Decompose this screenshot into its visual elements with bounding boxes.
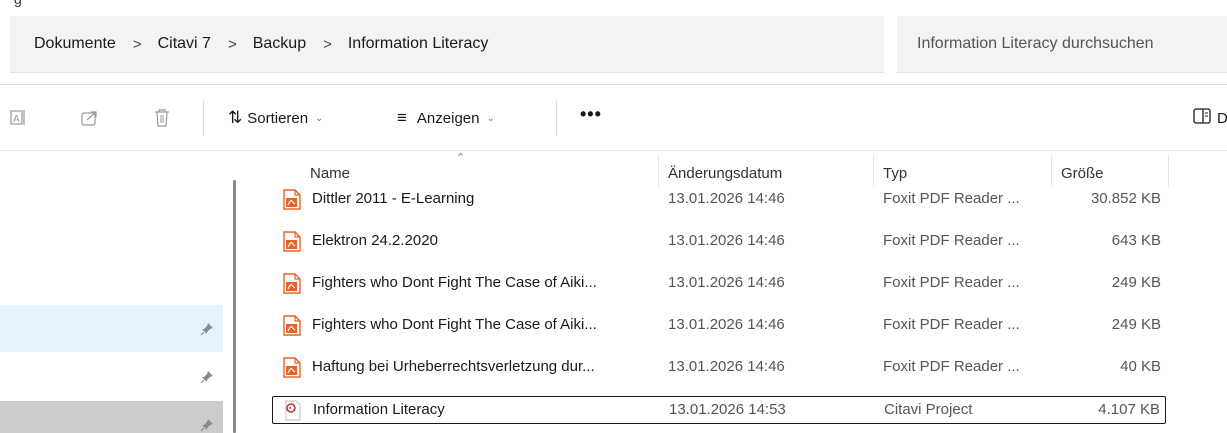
chevron-down-icon: ⌄ — [486, 112, 495, 124]
pdf-icon — [282, 189, 302, 210]
file-modified-date: 13.01.2026 14:46 — [668, 232, 785, 249]
file-name: Haftung bei Urheberrechtsverletzung dur.… — [312, 358, 595, 375]
column-header-date[interactable]: Änderungsdatum — [668, 165, 782, 182]
file-name: Information Literacy — [313, 401, 445, 418]
column-header-size[interactable]: Größe — [1061, 165, 1104, 182]
sort-button[interactable]: ⇅ Sortieren ⌄ — [228, 106, 324, 130]
breadcrumb-separator[interactable]: > — [323, 36, 332, 53]
file-type: Foxit PDF Reader ... — [883, 274, 1020, 291]
file-size: 249 KB — [1111, 316, 1161, 333]
file-name: Fighters who Dont Fight The Case of Aiki… — [312, 274, 597, 291]
column-divider[interactable] — [1051, 155, 1052, 187]
breadcrumb-item-backup[interactable]: Backup — [253, 35, 306, 53]
details-label: D — [1217, 109, 1227, 127]
chevron-down-icon: ⌄ — [315, 112, 324, 124]
pin-icon — [200, 322, 214, 336]
nav-item-quick-access[interactable] — [0, 353, 223, 400]
sort-ascending-icon: ⌃ — [456, 152, 466, 164]
breadcrumb[interactable]: Dokumente > Citavi 7 > Backup > Informat… — [10, 16, 884, 73]
navigation-pane — [0, 151, 232, 433]
breadcrumb-separator[interactable]: > — [133, 36, 142, 53]
divider — [0, 84, 1227, 85]
file-modified-date: 13.01.2026 14:53 — [669, 401, 786, 418]
window-title-strip: g — [0, 0, 1227, 10]
column-divider[interactable] — [1168, 155, 1169, 187]
file-size: 643 KB — [1111, 232, 1161, 249]
breadcrumb-item-citavi[interactable]: Citavi 7 — [158, 35, 211, 53]
column-header-type[interactable]: Typ — [883, 165, 907, 182]
column-divider[interactable] — [873, 155, 874, 187]
file-size: 249 KB — [1111, 274, 1161, 291]
nav-item-quick-access[interactable] — [0, 401, 223, 433]
breadcrumb-item-dokumente[interactable]: Dokumente — [34, 35, 116, 53]
file-modified-date: 13.01.2026 14:46 — [668, 274, 785, 291]
file-type: Foxit PDF Reader ... — [883, 316, 1020, 333]
toolbar-separator — [556, 100, 557, 136]
nav-pane-scrollbar[interactable] — [233, 180, 236, 433]
file-type: Citavi Project — [884, 401, 973, 418]
breadcrumb-separator[interactable]: > — [228, 36, 237, 53]
command-bar: A ⇅ Sortieren ⌄ ≡ Anzeigen ⌄ ••• D — [0, 92, 1227, 144]
column-header-name[interactable]: Name — [310, 165, 350, 182]
file-name: Fighters who Dont Fight The Case of Aiki… — [312, 316, 597, 333]
pdf-icon — [282, 357, 302, 378]
clipped-title-text: g — [14, 0, 22, 7]
nav-item-quick-access[interactable] — [0, 305, 223, 352]
file-type: Foxit PDF Reader ... — [883, 190, 1020, 207]
view-label: Anzeigen — [416, 109, 480, 127]
file-name: Elektron 24.2.2020 — [312, 232, 438, 249]
file-size: 40 KB — [1120, 358, 1161, 375]
file-row[interactable]: Dittler 2011 - E-Learning 13.01.2026 14:4… — [272, 186, 1166, 214]
column-header-row: ⌃ Name Änderungsdatum Typ Größe — [246, 151, 1227, 187]
delete-icon[interactable] — [152, 108, 172, 128]
file-row[interactable]: Haftung bei Urheberrechtsverletzung dur.… — [272, 354, 1166, 382]
view-button[interactable]: ≡ Anzeigen ⌄ — [397, 106, 495, 130]
details-pane-button[interactable]: D — [1193, 108, 1227, 128]
file-row[interactable]: Fighters who Dont Fight The Case of Aiki… — [272, 270, 1166, 298]
sort-icon: ⇅ — [228, 108, 243, 127]
file-size: 30.852 KB — [1090, 190, 1161, 207]
more-options-button[interactable]: ••• — [580, 104, 602, 125]
pdf-icon — [282, 315, 302, 336]
file-row[interactable]: Elektron 24.2.2020 13.01.2026 14:46 Foxit … — [272, 228, 1166, 256]
share-icon[interactable] — [80, 108, 100, 128]
file-modified-date: 13.01.2026 14:46 — [668, 316, 785, 333]
breadcrumb-item-current[interactable]: Information Literacy — [348, 35, 489, 53]
file-type: Foxit PDF Reader ... — [883, 232, 1020, 249]
file-row[interactable]: Fighters who Dont Fight The Case of Aiki… — [272, 312, 1166, 340]
file-size: 4.107 KB — [1098, 401, 1160, 418]
rename-icon[interactable]: A — [8, 108, 28, 128]
file-row[interactable]: Information Literacy 13.01.2026 14:53 Cita… — [272, 396, 1166, 424]
pin-icon — [200, 370, 214, 384]
citavi-project-icon — [283, 400, 303, 421]
sort-label: Sortieren — [247, 109, 309, 127]
toolbar-separator — [203, 100, 204, 136]
details-pane-icon — [1193, 108, 1211, 128]
search-input[interactable]: Information Literacy durchsuchen — [897, 16, 1227, 73]
file-modified-date: 13.01.2026 14:46 — [668, 358, 785, 375]
pdf-icon — [282, 231, 302, 252]
file-modified-date: 13.01.2026 14:46 — [668, 190, 785, 207]
pdf-icon — [282, 273, 302, 294]
svg-text:A: A — [13, 114, 20, 125]
view-icon: ≡ — [397, 108, 407, 127]
pin-icon — [200, 418, 214, 432]
file-type: Foxit PDF Reader ... — [883, 358, 1020, 375]
column-divider[interactable] — [658, 155, 659, 187]
file-name: Dittler 2011 - E-Learning — [312, 190, 475, 207]
